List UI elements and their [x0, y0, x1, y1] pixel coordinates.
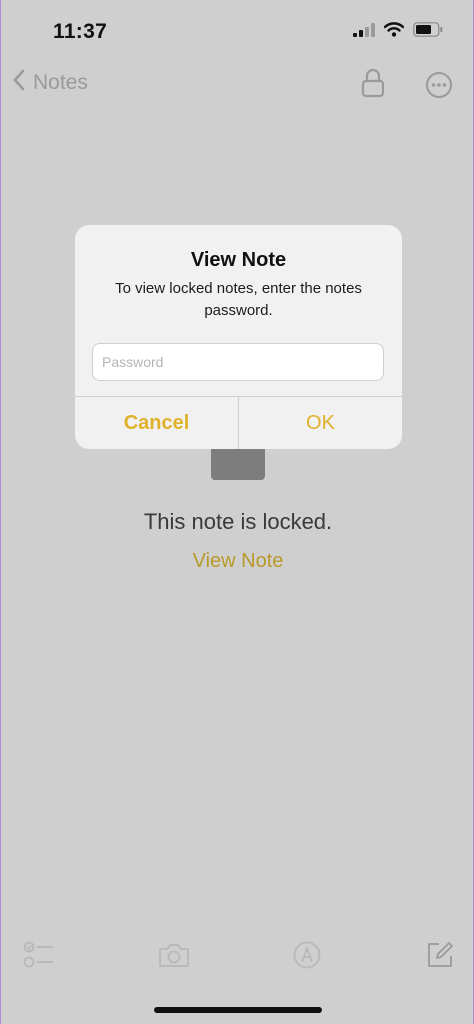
more-button[interactable] [425, 71, 453, 104]
home-indicator[interactable] [154, 1007, 322, 1013]
view-note-link[interactable]: View Note [1, 550, 474, 573]
compose-button[interactable] [425, 940, 455, 975]
camera-button[interactable] [157, 940, 191, 975]
markup-icon [292, 941, 322, 974]
alert-title: View Note [190, 249, 287, 271]
checklist-icon [23, 941, 55, 974]
status-time: 11:37 [53, 20, 108, 43]
chevron-left-icon [11, 68, 27, 98]
ok-button[interactable]: OK [239, 397, 402, 449]
status-icons [353, 22, 443, 42]
locked-message: This note is locked. [143, 509, 333, 534]
compose-icon [425, 942, 455, 974]
signal-bars-icon [353, 22, 375, 42]
checklist-button[interactable] [23, 940, 55, 975]
camera-icon [157, 944, 191, 974]
password-input[interactable] [92, 343, 384, 381]
back-label: Notes [33, 71, 88, 94]
view-note-alert: View Note To view locked notes, enter th… [75, 225, 402, 449]
locked-note-lock-icon [211, 448, 265, 480]
notes-screen: 11:37 Notes This note is locked. View No… [0, 0, 474, 1024]
more-icon [425, 72, 453, 103]
back-button[interactable]: Notes [11, 68, 88, 98]
markup-button[interactable] [292, 940, 322, 975]
battery-icon [413, 22, 443, 42]
lock-icon [361, 68, 385, 102]
cancel-button[interactable]: Cancel [75, 397, 238, 449]
alert-message: To view locked notes, enter the notes pa… [115, 280, 362, 319]
lock-button[interactable] [361, 68, 385, 103]
wifi-icon [383, 22, 405, 42]
